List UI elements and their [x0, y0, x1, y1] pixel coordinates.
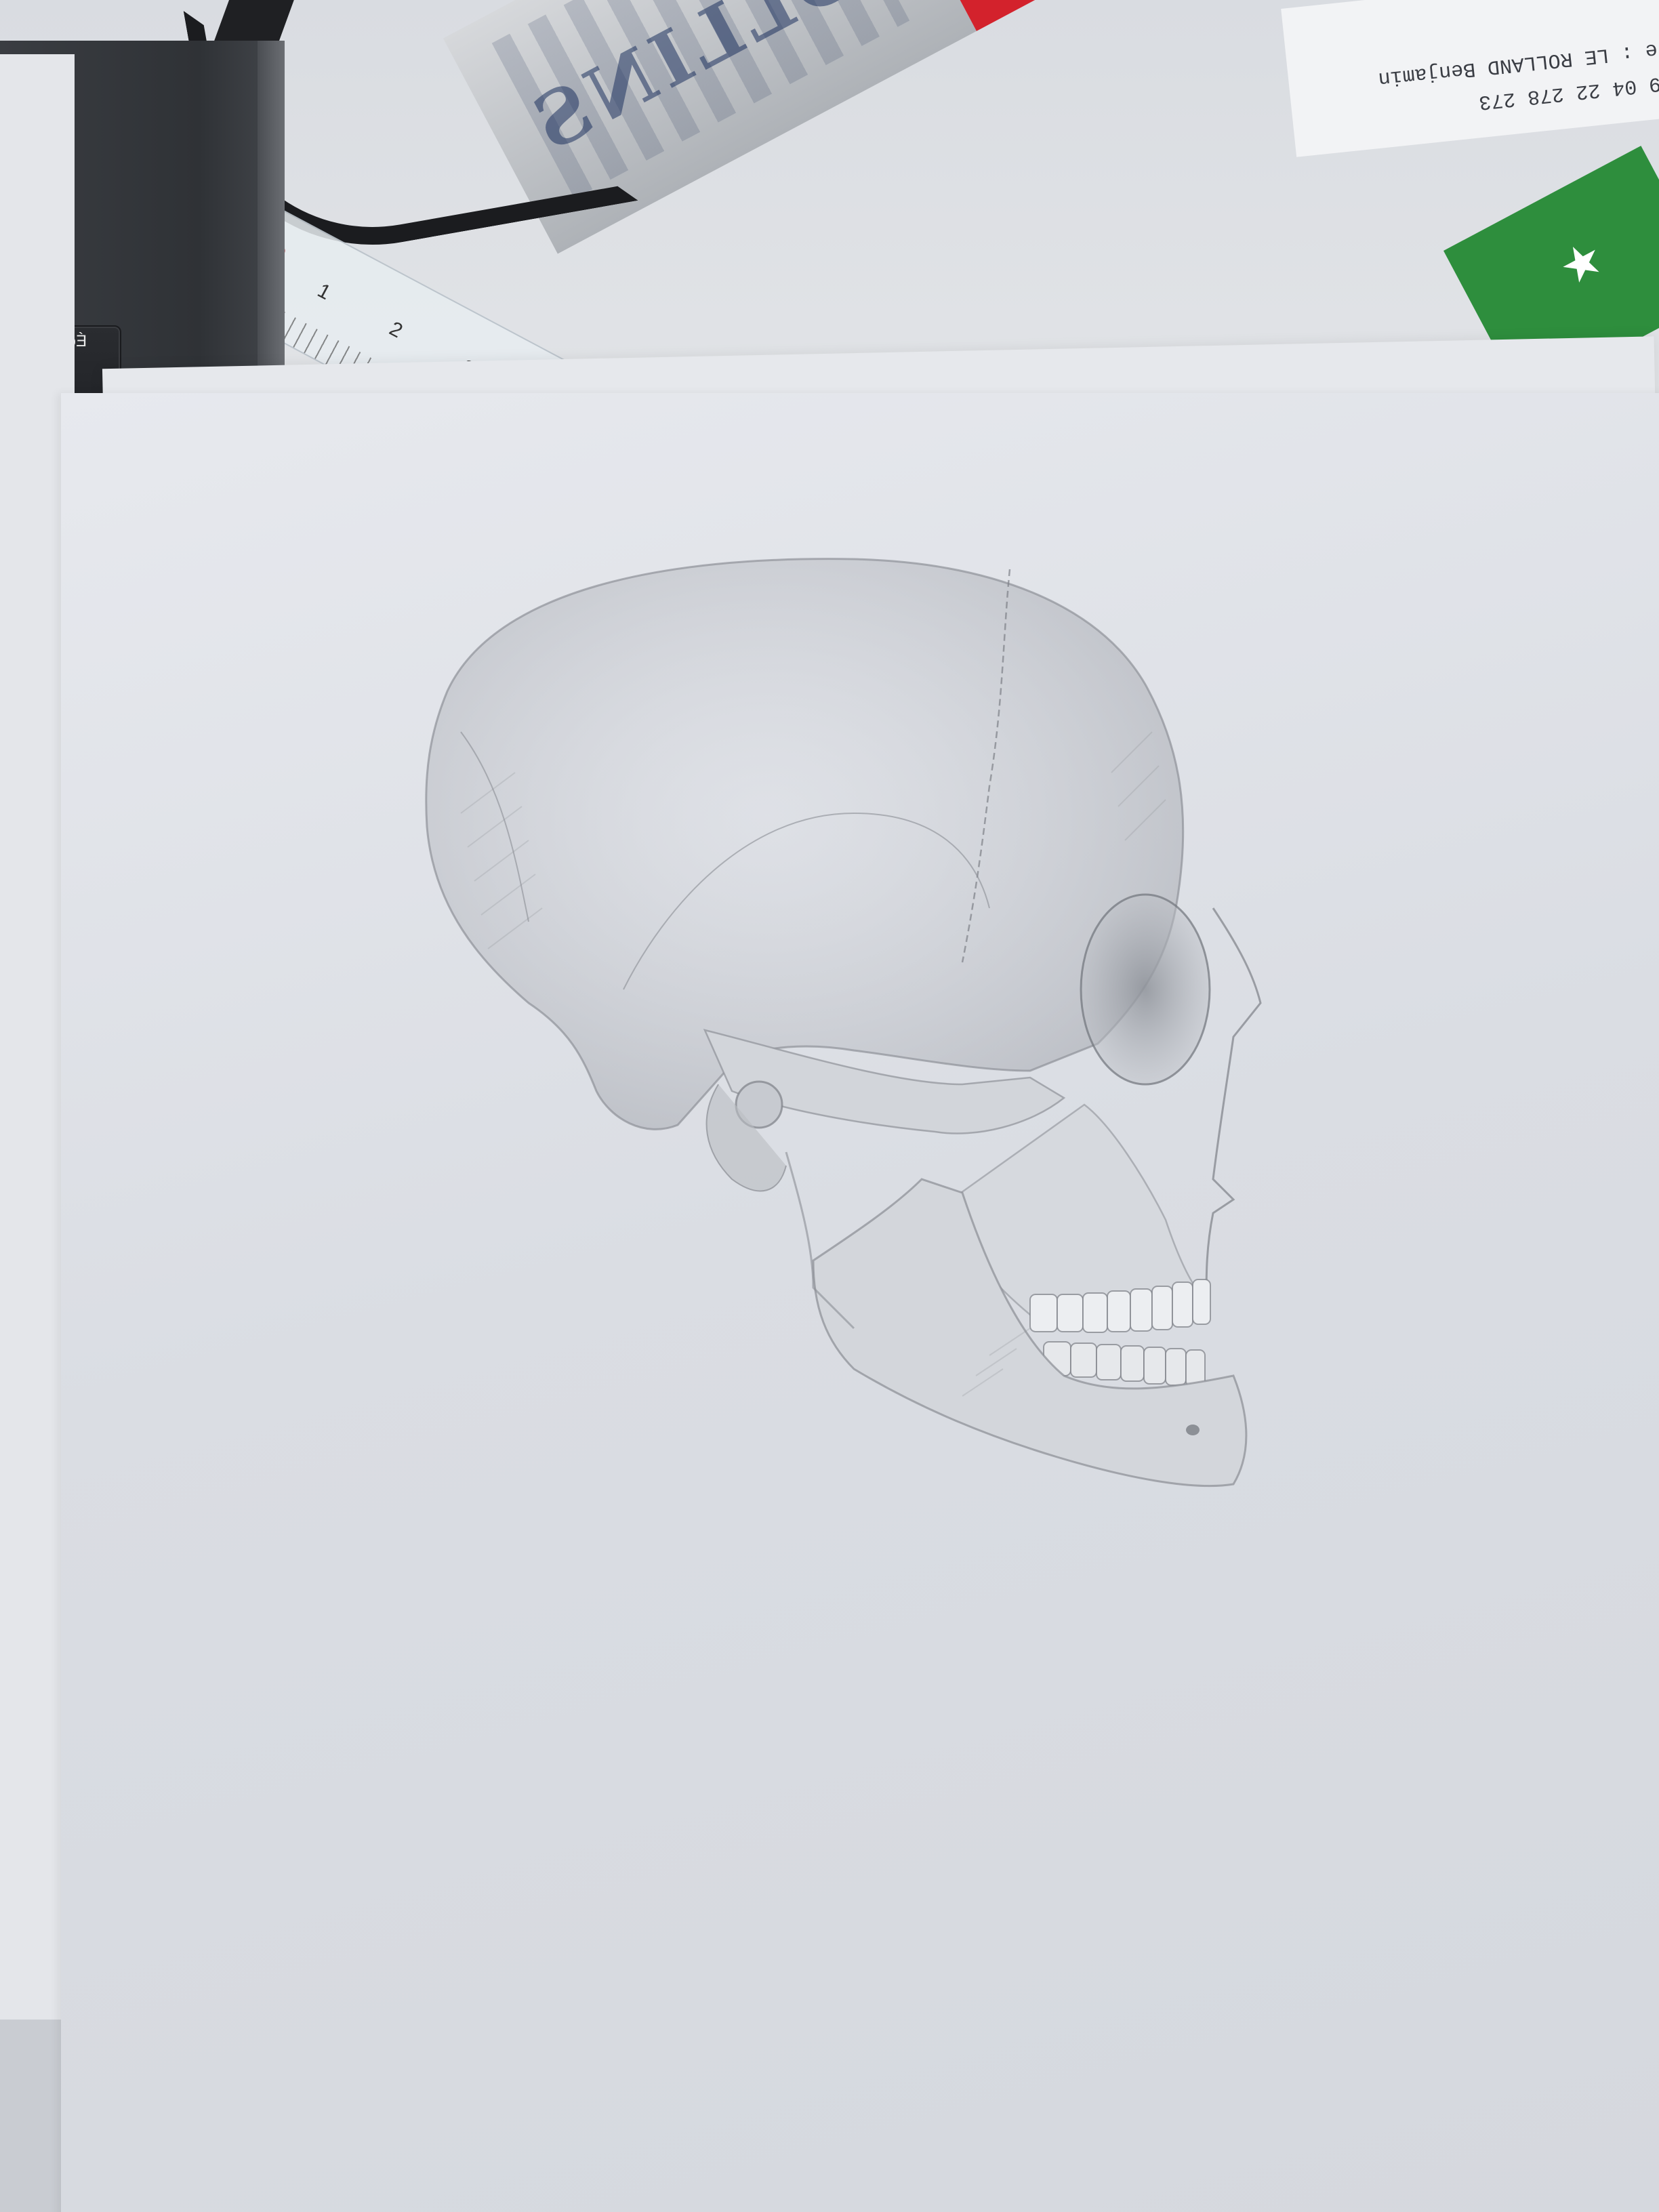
- star-icon: ★: [1550, 229, 1613, 296]
- eye-orbit: [1080, 893, 1211, 1086]
- skull-drawing: [380, 529, 1396, 1572]
- photo-scene: 1 99 04 22 278 273 aire : LE ROLLAND Ben…: [0, 0, 1659, 2212]
- skull-drawing-svg: [425, 558, 1262, 1488]
- mental-foramen: [1186, 1425, 1200, 1435]
- nasal-bone: [1205, 907, 1262, 1302]
- ruler-number: 2: [386, 317, 407, 343]
- ruler-number: 1: [314, 279, 335, 304]
- cranium: [425, 558, 1185, 1130]
